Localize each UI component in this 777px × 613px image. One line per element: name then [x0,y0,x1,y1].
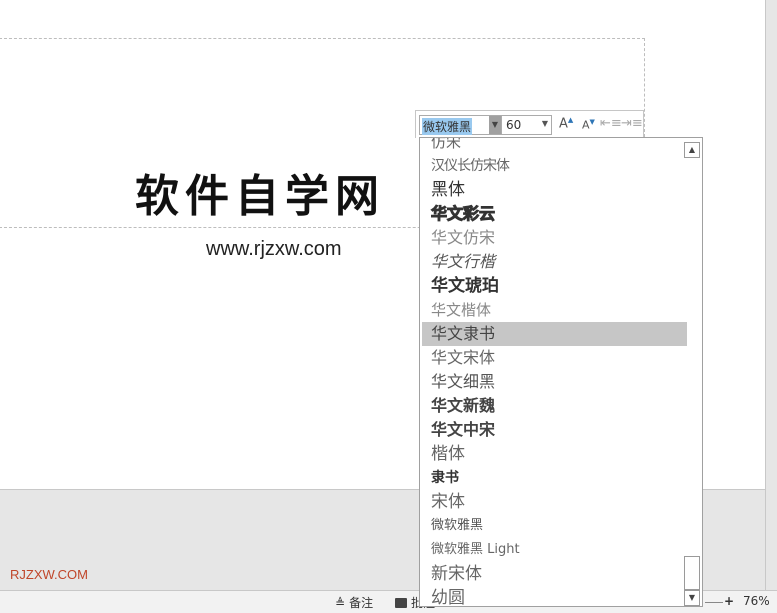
slide-title[interactable]: 软件自学网 [135,160,385,224]
notes-icon: ≜ [335,595,346,610]
shrink-font-button[interactable]: A▼ [582,118,595,132]
comment-icon [395,597,407,608]
font-name-value[interactable]: 微软雅黑 [422,118,473,135]
mini-toolbar: 微软雅黑 ▼ 60 ▼ A▲ A▼ ⇤≡ ⇥≡ [415,110,644,138]
font-list-item[interactable]: 微软雅黑 [420,514,685,538]
scroll-down-icon[interactable]: ▼ [684,590,700,606]
font-list-item[interactable]: 华文行楷 [420,250,685,274]
font-list-item[interactable]: 华文楷体 [420,298,685,322]
zoom-in-button[interactable]: + [724,594,734,608]
font-list-item[interactable]: 华文宋体 [420,346,685,370]
font-list-item[interactable]: 幼圆 [420,586,685,606]
zoom-level[interactable]: 76% [743,594,770,608]
font-list-item[interactable]: 华文细黑 [420,370,685,394]
watermark: RJZXW.COM [10,567,88,582]
chevron-down-icon[interactable]: ▼ [542,119,548,128]
font-list-item[interactable]: 华文隶书 [422,322,687,346]
font-list-item[interactable]: 华文仿宋 [420,226,685,250]
grow-font-icon: A [559,116,568,132]
font-size-combo[interactable]: 60 ▼ [502,115,552,135]
notes-button[interactable]: ≜ 备注 [335,594,373,611]
chevron-down-icon[interactable]: ▼ [489,116,501,134]
notes-label: 备注 [349,596,374,610]
font-dropdown-list[interactable]: 仿宋 汉仪长仿宋体 黑体 华文彩云 华文仿宋 华文行楷 华文琥珀 华文楷体 华文隶书 华文宋体 华文… [419,137,703,607]
increase-indent-icon[interactable]: ⇥≡ [621,116,643,131]
scroll-up-icon[interactable]: ▲ [684,142,700,158]
vertical-scrollbar[interactable] [765,0,777,590]
font-list-item[interactable]: 仿宋 [420,138,685,154]
dropdown-scrollbar[interactable]: ▲ ▼ [684,140,700,606]
font-name-combo[interactable]: 微软雅黑 ▼ [419,115,502,135]
font-list-item[interactable]: 隶书 [420,466,685,490]
font-list-item[interactable]: 楷体 [420,442,685,466]
shrink-font-icon: A [582,118,590,132]
decrease-indent-icon[interactable]: ⇤≡ [600,116,622,131]
font-list-item[interactable]: 宋体 [420,490,685,514]
slide-subtitle[interactable]: www.rjzxw.com [206,238,342,261]
font-list-item[interactable]: 华文中宋 [420,418,685,442]
font-list-item[interactable]: 微软雅黑 Light [420,538,685,562]
zoom-slider[interactable] [705,602,723,603]
font-list-item[interactable]: 黑体 [420,178,685,202]
font-list-item[interactable]: 华文琥珀 [420,274,685,298]
font-list-item[interactable]: 新宋体 [420,562,685,586]
font-list-item[interactable]: 华文新魏 [420,394,685,418]
font-size-value[interactable]: 60 [506,118,521,132]
font-list-item[interactable]: 华文彩云 [420,202,685,226]
scroll-thumb[interactable] [684,556,700,590]
font-list-item[interactable]: 汉仪长仿宋体 [420,154,685,178]
grow-font-button[interactable]: A▲ [559,116,573,131]
